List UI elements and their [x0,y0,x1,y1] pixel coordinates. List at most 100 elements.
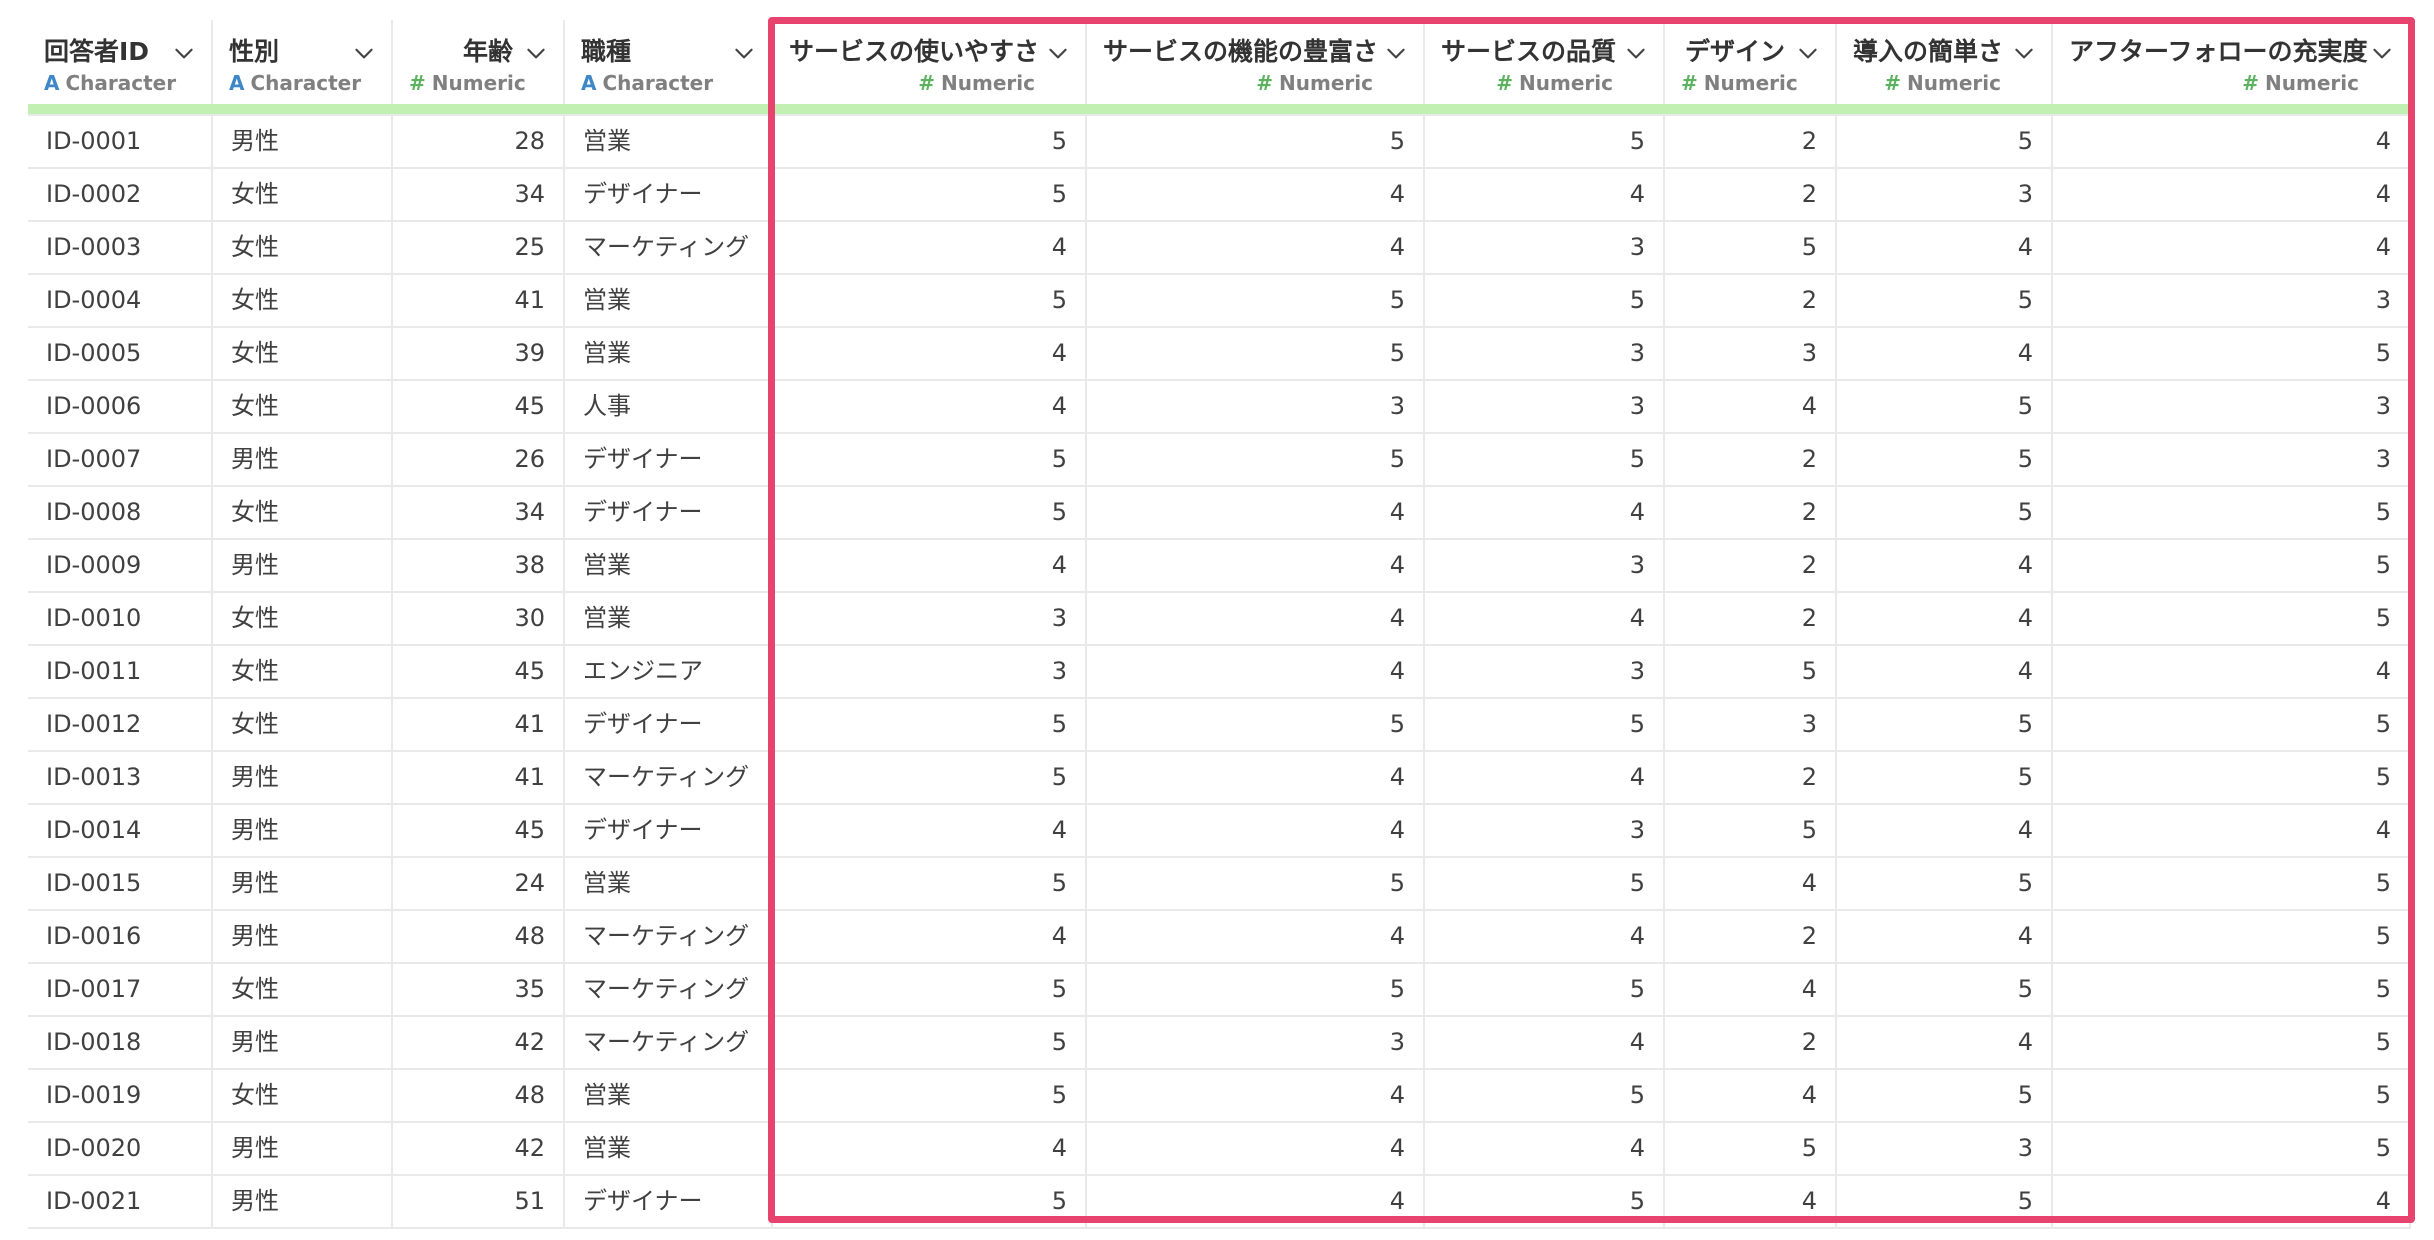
column-header-2[interactable]: 年齢 # Numeric [392,20,565,104]
table-cell[interactable]: 3 [772,645,1087,699]
table-cell[interactable]: 4 [1086,221,1425,275]
table-cell[interactable]: 35 [392,963,565,1017]
table-row[interactable]: ID-0017 女性 35 マーケティング 5 5 5 4 5 5 [28,963,2411,1017]
table-cell[interactable]: 4 [1424,910,1665,964]
table-cell[interactable]: 4 [1836,592,2053,646]
table-cell[interactable]: 5 [1424,433,1665,487]
table-cell[interactable]: 4 [1086,486,1425,540]
table-cell[interactable]: 3 [1424,327,1665,381]
table-cell[interactable]: デザイナー [564,804,773,858]
table-cell[interactable]: 女性 [212,645,393,699]
table-cell[interactable]: 5 [772,751,1087,805]
table-cell[interactable]: デザイナー [564,1175,773,1229]
table-cell[interactable]: 5 [1424,857,1665,911]
table-cell[interactable]: 3 [1836,168,2053,222]
table-cell[interactable]: 4 [1664,1069,1837,1123]
table-cell[interactable]: 5 [772,168,1087,222]
table-cell[interactable]: 4 [1424,592,1665,646]
table-cell[interactable]: 5 [772,486,1087,540]
column-header-5[interactable]: サービスの機能の豊富さ # Numeric [1086,20,1425,104]
table-cell[interactable]: 3 [1424,221,1665,275]
table-cell[interactable]: 4 [772,221,1087,275]
table-cell[interactable]: 4 [772,539,1087,593]
table-row[interactable]: ID-0011 女性 45 エンジニア 3 4 3 5 4 4 [28,645,2411,699]
table-cell[interactable]: ID-0010 [28,592,213,646]
table-row[interactable]: ID-0021 男性 51 デザイナー 5 4 5 4 5 4 [28,1175,2411,1229]
table-cell[interactable]: 3 [1086,380,1425,434]
table-cell[interactable]: 5 [2052,1122,2411,1176]
table-row[interactable]: ID-0020 男性 42 営業 4 4 4 5 3 5 [28,1122,2411,1176]
table-cell[interactable]: 3 [2052,274,2411,328]
table-cell[interactable]: ID-0012 [28,698,213,752]
table-cell[interactable]: 51 [392,1175,565,1229]
table-cell[interactable]: ID-0020 [28,1122,213,1176]
table-cell[interactable]: ID-0006 [28,380,213,434]
table-cell[interactable]: 34 [392,168,565,222]
table-row[interactable]: ID-0006 女性 45 人事 4 3 3 4 5 3 [28,380,2411,434]
table-cell[interactable]: 4 [1836,539,2053,593]
table-cell[interactable]: 4 [1836,327,2053,381]
table-row[interactable]: ID-0004 女性 41 営業 5 5 5 2 5 3 [28,274,2411,328]
table-cell[interactable]: ID-0016 [28,910,213,964]
table-row[interactable]: ID-0012 女性 41 デザイナー 5 5 5 3 5 5 [28,698,2411,752]
table-cell[interactable]: 4 [772,1122,1087,1176]
table-cell[interactable]: 5 [1424,698,1665,752]
table-cell[interactable]: 4 [1086,592,1425,646]
table-cell[interactable]: 営業 [564,1069,773,1123]
table-cell[interactable]: 5 [1664,804,1837,858]
table-cell[interactable]: 3 [772,592,1087,646]
chevron-down-icon[interactable] [1623,40,1649,66]
table-row[interactable]: ID-0003 女性 25 マーケティング 4 4 3 5 4 4 [28,221,2411,275]
table-cell[interactable]: 女性 [212,963,393,1017]
table-cell[interactable]: 4 [1664,1175,1837,1229]
table-cell[interactable]: 5 [2052,1016,2411,1070]
table-cell[interactable]: 営業 [564,115,773,169]
table-cell[interactable]: 39 [392,327,565,381]
table-cell[interactable]: デザイナー [564,486,773,540]
table-cell[interactable]: 女性 [212,592,393,646]
table-cell[interactable]: 営業 [564,327,773,381]
table-cell[interactable]: 営業 [564,1122,773,1176]
table-cell[interactable]: 5 [1836,698,2053,752]
chevron-down-icon[interactable] [1383,40,1409,66]
table-cell[interactable]: 5 [1836,963,2053,1017]
table-row[interactable]: ID-0008 女性 34 デザイナー 5 4 4 2 5 5 [28,486,2411,540]
table-cell[interactable]: 5 [1836,115,2053,169]
table-cell[interactable]: 42 [392,1016,565,1070]
table-row[interactable]: ID-0007 男性 26 デザイナー 5 5 5 2 5 3 [28,433,2411,487]
column-header-6[interactable]: サービスの品質 # Numeric [1424,20,1665,104]
table-cell[interactable]: 5 [1086,433,1425,487]
table-cell[interactable]: 女性 [212,1069,393,1123]
table-cell[interactable]: ID-0002 [28,168,213,222]
table-cell[interactable]: 営業 [564,857,773,911]
table-cell[interactable]: 25 [392,221,565,275]
table-cell[interactable]: 営業 [564,539,773,593]
table-cell[interactable]: ID-0011 [28,645,213,699]
table-cell[interactable]: 5 [772,1016,1087,1070]
table-cell[interactable]: 5 [772,1175,1087,1229]
table-cell[interactable]: 5 [1424,963,1665,1017]
chevron-down-icon[interactable] [2011,40,2037,66]
table-cell[interactable]: 3 [1664,698,1837,752]
table-cell[interactable]: ID-0013 [28,751,213,805]
table-cell[interactable]: 5 [1836,857,2053,911]
table-cell[interactable]: 4 [1836,645,2053,699]
table-cell[interactable]: 2 [1664,486,1837,540]
table-cell[interactable]: 24 [392,857,565,911]
table-cell[interactable]: 5 [2052,539,2411,593]
chevron-down-icon[interactable] [731,40,757,66]
table-cell[interactable]: 女性 [212,221,393,275]
table-cell[interactable]: 5 [1836,751,2053,805]
table-cell[interactable]: 26 [392,433,565,487]
table-cell[interactable]: 女性 [212,380,393,434]
table-cell[interactable]: 4 [1086,645,1425,699]
table-cell[interactable]: 4 [1424,1122,1665,1176]
table-cell[interactable]: ID-0015 [28,857,213,911]
table-cell[interactable]: 5 [2052,751,2411,805]
table-cell[interactable]: 48 [392,910,565,964]
table-cell[interactable]: 5 [1424,115,1665,169]
table-cell[interactable]: 2 [1664,910,1837,964]
table-cell[interactable]: 5 [1086,857,1425,911]
table-cell[interactable]: 4 [772,910,1087,964]
table-cell[interactable]: 4 [1664,380,1837,434]
